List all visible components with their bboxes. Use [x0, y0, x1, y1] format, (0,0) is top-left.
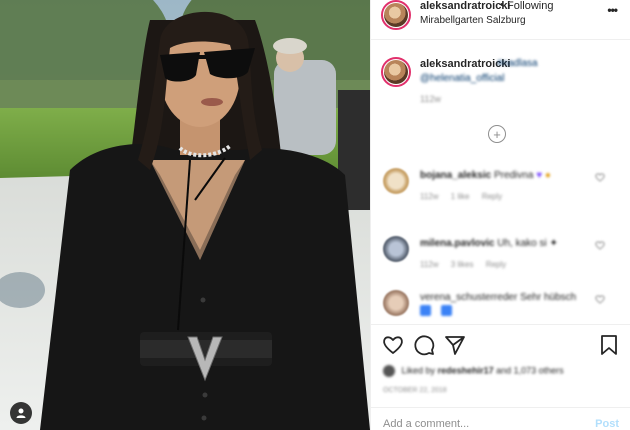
comment-likes[interactable]: 1 like	[451, 192, 470, 201]
caption-mention[interactable]: @helenatia_official	[420, 73, 504, 84]
comment-item: milena.pavlovic Uh, kako si ✦ 112w 3 lik…	[371, 236, 630, 276]
comment-body: Predivna	[493, 170, 534, 181]
post-actions: Liked by redeshehir17 and 1,073 others O…	[371, 324, 630, 430]
comment-username[interactable]: milena.pavlovic	[420, 238, 494, 249]
likes-user[interactable]: redeshehir17	[438, 365, 494, 375]
blue-emoji-icon	[420, 305, 431, 316]
comment-like-icon[interactable]	[595, 172, 605, 182]
face-emoji-icon: ●	[544, 170, 551, 181]
post-comment-button[interactable]: Post	[595, 418, 619, 430]
comment-input[interactable]: Add a comment...	[383, 418, 469, 430]
separator-dot: •	[500, 0, 504, 11]
reply-button[interactable]: Reply	[486, 260, 506, 269]
photo-image	[0, 0, 370, 430]
share-icon[interactable]	[443, 333, 467, 357]
comment-like-icon[interactable]	[595, 294, 605, 304]
post-sidebar: aleksandratroicki • Following Mirabellga…	[370, 0, 630, 430]
blue-emoji-icon	[441, 305, 452, 316]
comment-text: milena.pavlovic Uh, kako si ✦	[420, 238, 558, 249]
comment-text: bojana_aleksic Predivna ♥ ●	[420, 170, 551, 181]
add-comment-bar: Add a comment... Post	[371, 407, 630, 430]
caption-avatar[interactable]	[381, 57, 411, 87]
likes-prefix: Liked by	[401, 365, 436, 376]
emoji-icon: ✦	[549, 238, 558, 249]
liker-avatar	[383, 365, 395, 377]
commenter-avatar[interactable]	[383, 168, 409, 194]
user-tag-icon[interactable]	[10, 402, 32, 424]
comment-emoji-row	[420, 305, 462, 316]
bookmark-icon[interactable]	[597, 333, 621, 357]
comment-icon[interactable]	[412, 333, 436, 357]
comment-username[interactable]: verena_schusterreder	[420, 292, 517, 303]
likes-summary[interactable]: Liked by redeshehir17 and 1,073 others	[383, 365, 564, 377]
post-header: aleksandratroicki • Following Mirabellga…	[371, 0, 630, 40]
author-avatar[interactable]	[381, 0, 411, 30]
heart-icon[interactable]	[381, 333, 405, 357]
comment-like-icon[interactable]	[595, 240, 605, 250]
author-username[interactable]: aleksandratroicki	[420, 0, 511, 12]
location-link[interactable]: Mirabellgarten Salzburg	[420, 15, 526, 26]
post-photo[interactable]	[0, 0, 370, 430]
likes-suffix[interactable]: and 1,073 others	[496, 365, 564, 375]
comment-item: bojana_aleksic Predivna ♥ ● 112w 1 like …	[371, 168, 630, 208]
comment-body: Sehr hübsch	[520, 292, 577, 303]
follow-status-button[interactable]: Following	[507, 0, 553, 12]
post-date: OCTOBER 22, 2018	[383, 387, 447, 394]
comment-age: 112w	[420, 192, 439, 201]
more-options-icon[interactable]: •••	[607, 4, 618, 16]
load-more-icon[interactable]: +	[488, 125, 506, 143]
caption-time: 112w	[420, 94, 441, 104]
caption-hashtag[interactable]: #nadlasa	[497, 58, 538, 69]
commenter-avatar[interactable]	[383, 290, 409, 316]
heart-emoji-icon: ♥	[536, 170, 543, 181]
reply-button[interactable]: Reply	[482, 192, 502, 201]
comment-meta: 112w 1 like Reply	[420, 192, 512, 201]
comment-age: 112w	[420, 260, 439, 269]
comment-username[interactable]: bojana_aleksic	[420, 170, 491, 181]
comment-meta: 112w 3 likes Reply	[420, 260, 516, 269]
comment-body: Uh, kako si	[497, 238, 547, 249]
comment-likes[interactable]: 3 likes	[451, 260, 474, 269]
comment-text: verena_schusterreder Sehr hübsch	[420, 292, 576, 303]
commenter-avatar[interactable]	[383, 236, 409, 262]
